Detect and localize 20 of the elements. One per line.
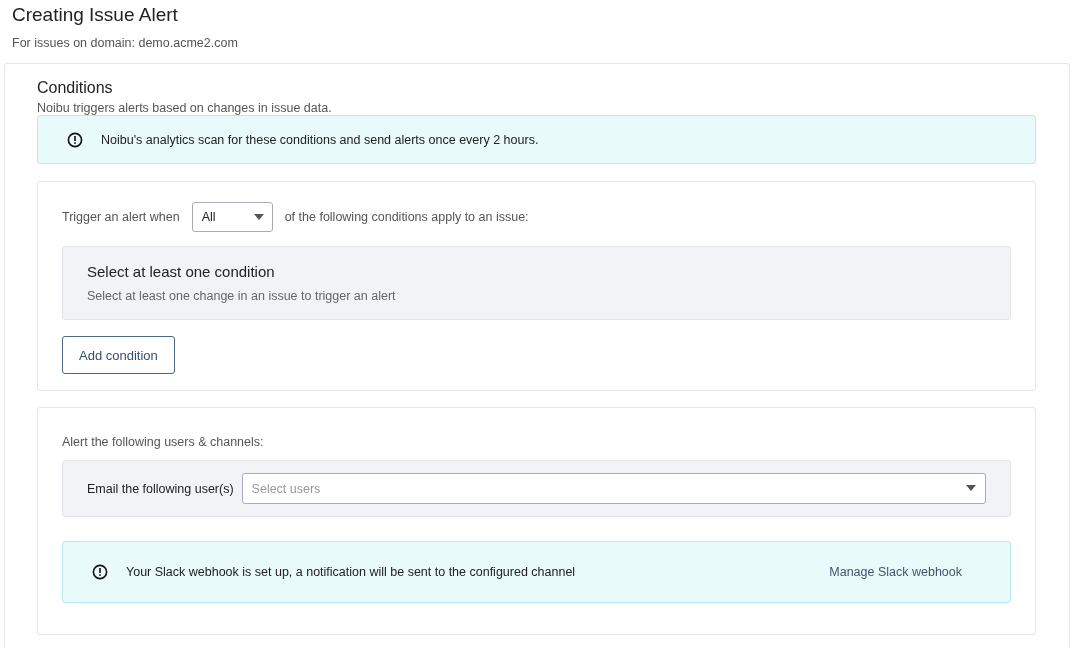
email-label: Email the following user(s)	[87, 481, 234, 496]
info-icon	[67, 131, 83, 148]
section-description: Noibu triggers alerts based on changes in issue data.	[37, 101, 333, 115]
caret-icon	[966, 485, 976, 491]
page-subtitle: For issues on domain: demo.acme2.com	[12, 36, 239, 50]
trigger-label: Trigger an alert when	[62, 210, 180, 224]
add-condition-button[interactable]: Add condition	[62, 336, 175, 374]
info-icon	[92, 564, 108, 580]
info-text: Noibu's analytics scan for these conditions and send alerts once every 2 hours.	[101, 132, 539, 147]
users-select-field[interactable]: Select users	[241, 473, 986, 504]
recipients-label: Alert the following users & channels:	[62, 435, 265, 449]
empty-state-text: Select at least one change in an issue to trigger an alert	[87, 289, 397, 303]
manage-webhook-link[interactable]: Manage Slack webhook	[829, 565, 962, 579]
page-title: Creating Issue Alert	[12, 4, 179, 26]
caret-icon	[253, 214, 264, 220]
empty-state-title: Select at least one condition	[87, 263, 276, 280]
match-dropdown[interactable]: All	[191, 202, 273, 232]
section-title: Conditions	[37, 78, 114, 98]
slack-text: Your Slack webhook is set up, a notification will be sent to the configured channel	[126, 565, 577, 579]
trigger-label: of the following conditions apply to an issue:	[284, 210, 529, 224]
